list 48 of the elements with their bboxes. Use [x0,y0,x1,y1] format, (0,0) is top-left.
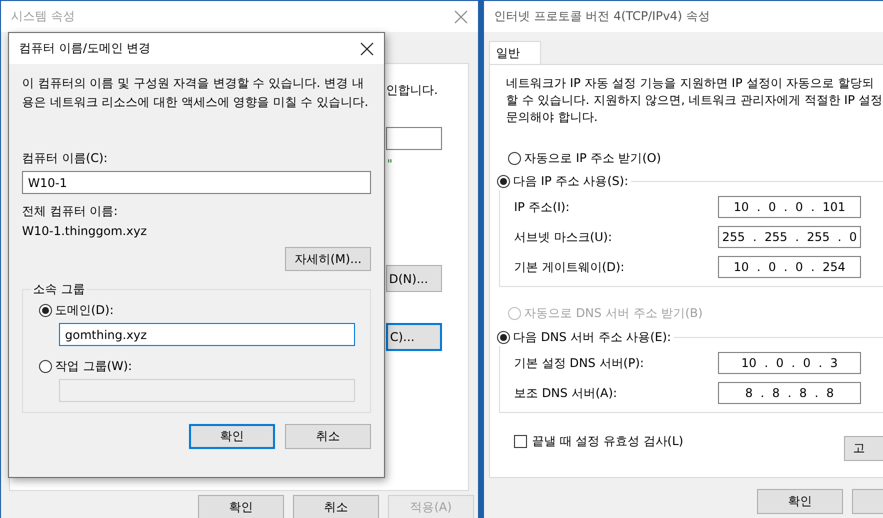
field-label: 전체 컴퓨터 이름: [22,203,119,220]
dialog-title: 컴퓨터 이름/도메인 변경 [19,40,151,57]
window-title: 시스템 속성 [11,8,75,25]
radio-label: 자동으로 IP 주소 받기(O) [524,150,662,167]
change-button[interactable]: D(N)... [386,265,442,292]
close-icon[interactable] [360,42,374,56]
ip-address-field[interactable]: 10 . 0 . 0 . 101 [718,196,861,218]
radio-label: 작업 그룹(W): [55,358,132,375]
field-label: 기본 설정 DNS 서버(P): [514,354,644,372]
ip-address-field[interactable]: 10 . 0 . 0 . 3 [718,352,861,374]
domain-field[interactable]: gomthing.xyz [59,323,355,346]
instruction-text: 인합니다. [386,82,438,99]
radio-label: 다음 DNS 서버 주소 사용(E): [513,329,672,346]
field-label: 보조 DNS 서버(A): [514,384,618,402]
ip-address-field[interactable]: 8 . 8 . 8 . 8 [718,382,861,404]
radio-button[interactable] [39,304,52,317]
text-field[interactable] [386,127,442,150]
field-label: 서브넷 마스크(U): [514,228,612,246]
dialog-button[interactable]: 확인 [198,495,284,518]
group-label: 소속 그룹 [31,281,87,298]
radio-label: 자동으로 DNS 서버 주소 받기(B) [524,305,703,322]
radio-label: 다음 IP 주소 사용(S): [513,173,628,190]
tab[interactable]: 일반 [489,41,541,64]
checkbox-label: 끝낼 때 설정 유효성 검사(L) [532,433,684,450]
radio-label: 도메인(D): [55,302,114,319]
advanced-button[interactable]: 고 [844,436,883,461]
window-title: 인터넷 프로토콜 버전 4(TCP/IPv4) 속성 [494,8,710,25]
description-text: 네트워크가 IP 자동 설정 기능을 지원하면 IP 설정이 자동으로 할당되 할 수 있습니다. 지원하지 않으면, 네트워크 관리자에게 적절한 IP 설정 문의해야 합니다. [506,75,883,126]
quote-text: " [387,157,393,171]
more-button[interactable]: 자세히(M)... [285,247,371,271]
radio-button[interactable] [508,152,521,165]
radio-button[interactable] [497,175,510,188]
dialog-button[interactable]: 확인 [757,489,843,514]
change-button[interactable]: C)... [386,323,442,351]
dialog-button[interactable]: 확인 [189,424,275,449]
field-label: IP 주소(I): [514,198,570,216]
field-label: 기본 게이트웨이(D): [514,258,624,276]
computer-name-field[interactable]: W10-1 [22,171,371,194]
ip-address-field[interactable]: 10 . 0 . 0 . 254 [718,256,861,278]
radio-button[interactable] [39,360,52,373]
field-label: 컴퓨터 이름(C): [22,150,109,167]
description-text: 이 컴퓨터의 이름 및 구성원 자격을 변경할 수 있습니다. 변경 내용은 네트워크 리소스에 대한 액세스에 영향을 미칠 수 있습니다. [22,75,370,111]
full-name-text: W10-1.thinggom.xyz [22,224,148,238]
radio-button[interactable] [497,331,510,344]
ip-address-field[interactable]: 255 . 255 . 255 . 0 [718,226,861,248]
dialog-button[interactable]: 취소 [293,495,379,518]
dialog-button[interactable]: 취소 [285,424,371,449]
checkbox[interactable] [514,435,527,448]
